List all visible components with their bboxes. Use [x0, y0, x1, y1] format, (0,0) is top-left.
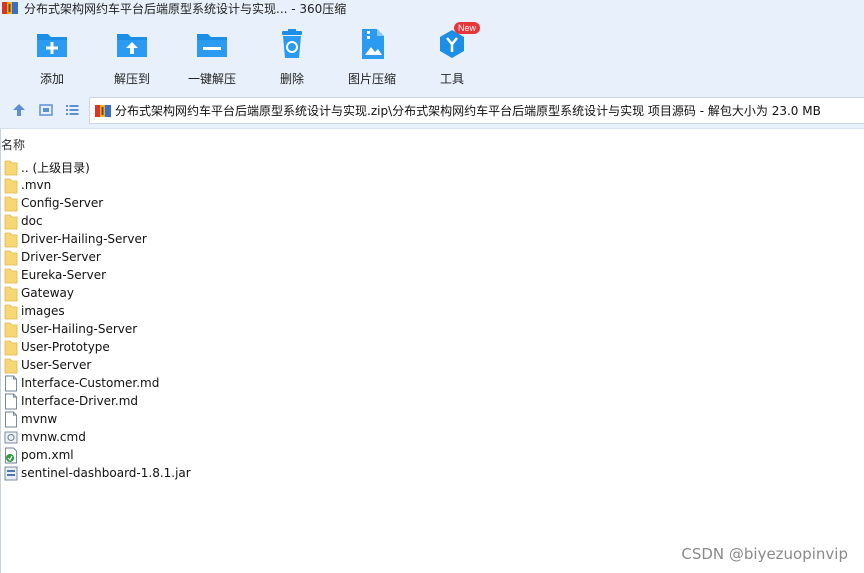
file-list-row[interactable]: Interface-Customer.md [4, 374, 191, 392]
add-folder-icon [37, 34, 67, 57]
extract-to-button[interactable]: 解压到 [92, 22, 172, 88]
file-name: mvnw.cmd [21, 430, 86, 444]
file-name: Driver-Server [21, 250, 101, 264]
trash-icon [282, 29, 302, 58]
file-list-row[interactable]: Driver-Hailing-Server [4, 230, 191, 248]
file-list-row[interactable]: Interface-Driver.md [4, 392, 191, 410]
one-click-extract-button[interactable]: 一键解压 [172, 22, 252, 88]
thumbnail-view-button[interactable] [37, 101, 55, 119]
file-name: User-Prototype [21, 340, 110, 354]
up-level-button[interactable] [10, 101, 28, 119]
file-icon [5, 411, 17, 427]
file-list-row[interactable]: User-Hailing-Server [4, 320, 191, 338]
new-badge: New [454, 22, 481, 34]
image-compress-icon [362, 29, 384, 59]
folder-icon [4, 232, 18, 247]
file-list-row[interactable]: Config-Server [4, 194, 191, 212]
folder-icon [4, 358, 18, 373]
file-icon [5, 393, 17, 409]
up-arrow-icon [13, 104, 25, 116]
thumbnail-view-icon [39, 104, 53, 116]
file-list-row[interactable]: mvnw.cmd [4, 428, 191, 446]
file-list-row[interactable]: .. (上级目录) [4, 158, 191, 176]
file-name: mvnw [21, 412, 58, 426]
file-name: Driver-Hailing-Server [21, 232, 147, 246]
file-name: doc [21, 214, 43, 228]
list-view-icon [66, 105, 79, 115]
file-list-row[interactable]: pom.xml [4, 446, 191, 464]
archive-app-icon [2, 2, 18, 14]
file-list-row[interactable]: doc [4, 212, 191, 230]
file-name: Eureka-Server [21, 268, 107, 282]
file-list-row[interactable]: Eureka-Server [4, 266, 191, 284]
add-button[interactable]: 添加 [12, 22, 92, 88]
file-name: pom.xml [21, 448, 74, 462]
file-list-row[interactable]: sentinel-dashboard-1.8.1.jar [4, 464, 191, 482]
window-title: 分布式架构网约车平台后端原型系统设计与实现... - 360压缩 [24, 1, 347, 16]
folder-icon [4, 250, 18, 265]
file-name: User-Server [21, 358, 92, 372]
file-list: .. (上级目录) .mvn Config-Server doc Driver-Hail… [4, 158, 191, 482]
delete-button[interactable]: 删除 [252, 22, 332, 88]
file-name: User-Hailing-Server [21, 322, 138, 336]
folder-icon [4, 322, 18, 337]
address-path: 分布式架构网约车平台后端原型系统设计与实现.zip\分布式架构网约车平台后端原型… [115, 104, 821, 118]
file-list-row[interactable]: User-Server [4, 356, 191, 374]
file-name: Gateway [21, 286, 75, 300]
image-compress-button[interactable]: 图片压缩 [332, 22, 412, 88]
address-bar[interactable]: 分布式架构网约车平台后端原型系统设计与实现.zip\分布式架构网约车平台后端原型… [89, 97, 864, 124]
one-click-extract-icon [197, 34, 227, 57]
file-name: .mvn [21, 178, 52, 192]
cmd-file-icon [4, 431, 18, 443]
folder-icon [4, 340, 18, 355]
file-list-row[interactable]: User-Prototype [4, 338, 191, 356]
toolbar: 添加 解压到 一键解压 删除 图片压缩 工具 New [0, 22, 520, 88]
title-bar: 分布式架构网约车平台后端原型系统设计与实现... - 360压缩 [0, 0, 864, 16]
file-list-row[interactable]: Driver-Server [4, 248, 191, 266]
folder-icon [4, 214, 18, 229]
file-list-row[interactable]: Gateway [4, 284, 191, 302]
folder-icon [4, 160, 18, 175]
file-icon [5, 375, 17, 391]
column-header-name[interactable]: 名称 [0, 136, 25, 152]
folder-icon [4, 268, 18, 283]
xml-file-icon [5, 447, 17, 463]
tools-button[interactable]: 工具 [412, 22, 492, 88]
folder-icon [4, 286, 18, 301]
file-list-row[interactable]: .mvn [4, 176, 191, 194]
file-list-row[interactable]: mvnw [4, 410, 191, 428]
folder-icon [4, 178, 18, 193]
folder-icon [4, 196, 18, 211]
watermark: CSDN @biyezuopinvip [681, 545, 848, 563]
file-name: images [21, 304, 65, 318]
file-name: Config-Server [21, 196, 104, 210]
jar-file-icon [4, 466, 18, 480]
file-name: sentinel-dashboard-1.8.1.jar [21, 466, 191, 480]
folder-icon [4, 304, 18, 319]
file-list-row[interactable]: images [4, 302, 191, 320]
archive-icon [95, 104, 111, 117]
file-name: Interface-Driver.md [21, 394, 138, 408]
extract-to-icon [117, 34, 147, 57]
list-view-button[interactable] [63, 101, 81, 119]
file-name: Interface-Customer.md [21, 376, 160, 390]
file-name: .. (上级目录) [21, 160, 90, 175]
